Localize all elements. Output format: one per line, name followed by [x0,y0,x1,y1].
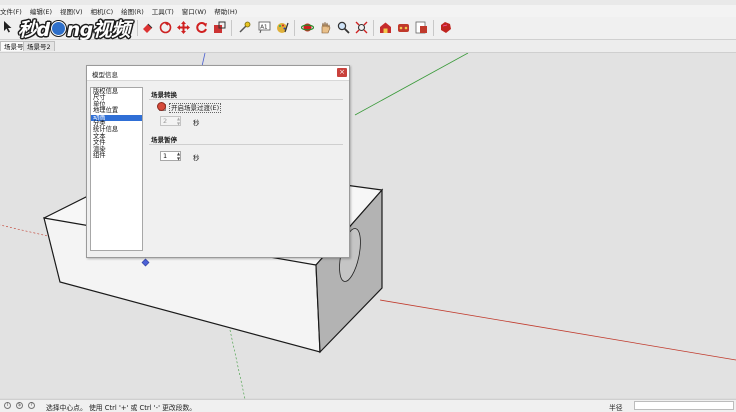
section-scene-delay-title: 场景暂停 [151,136,177,144]
menu-help[interactable]: 帮助(H) [214,6,237,16]
delay-stepper-icon[interactable]: ▲ ▼ [176,151,181,161]
move-icon[interactable] [176,20,190,34]
model-info-dialog: 模型信息 × 版权信息 尺寸 单位 地理位置 动画 分类 统计信息 文本 文件 … [86,65,350,258]
transition-unit-label: 秒 [193,119,200,127]
scene-tabs: 场景号1 场景号2 [0,40,736,53]
svg-text:A1: A1 [260,24,267,30]
transition-stepper-icon[interactable]: ▲ ▼ [176,116,181,126]
user-icon[interactable]: ? [28,402,35,409]
layout-icon[interactable] [414,20,428,34]
delay-unit-label: 秒 [193,154,200,162]
measurements-input[interactable] [634,401,734,410]
paint-bucket-icon[interactable] [140,20,154,34]
scale-icon[interactable] [212,20,226,34]
list-item-components[interactable]: 组件 [91,152,142,159]
enable-transition-label[interactable]: 开启场景过渡(E) [169,103,222,113]
geo-location-icon[interactable]: i [4,402,11,409]
extension-icon[interactable] [396,20,410,34]
pan-icon[interactable] [318,20,332,34]
tab-scene-2[interactable]: 场景号2 [23,41,55,51]
paint-icon[interactable] [275,20,289,34]
push-pull-icon[interactable] [158,20,172,34]
dialog-title-bar[interactable]: 模型信息 × [87,66,349,81]
dialog-title: 模型信息 [92,71,118,79]
menu-window[interactable]: 窗口(W) [182,6,207,16]
section-divider [149,144,343,145]
ruby-icon[interactable] [438,20,452,34]
close-button[interactable]: × [337,68,347,77]
select-icon[interactable] [1,20,15,34]
section-divider [149,99,343,100]
status-bar: i $ ? 选择中心点。 使用 Ctrl '+' 或 Ctrl '-' 更改段数… [0,399,736,412]
zoom-icon[interactable] [336,20,350,34]
logo-ring-icon [50,20,66,36]
rotate-icon[interactable] [194,20,208,34]
section-scene-transition-title: 场景转换 [151,91,177,99]
mouse-cursor-icon [157,102,166,111]
category-list: 版权信息 尺寸 单位 地理位置 动画 分类 统计信息 文本 文件 渲染 组件 [90,87,143,251]
green-axis-line [354,53,469,116]
menu-tools[interactable]: 工具(T) [152,6,174,16]
red-axis-line [379,299,736,361]
credits-icon[interactable]: $ [16,402,23,409]
tape-measure-icon[interactable] [237,20,251,34]
green-axis-dashed-line [229,329,246,399]
text-icon[interactable]: A1 [257,20,271,34]
orbit-icon[interactable] [300,20,314,34]
watermark-logo: 秒d ng视频 [18,18,130,41]
warehouse-icon[interactable] [378,20,392,34]
zoom-extents-icon[interactable] [354,20,368,34]
